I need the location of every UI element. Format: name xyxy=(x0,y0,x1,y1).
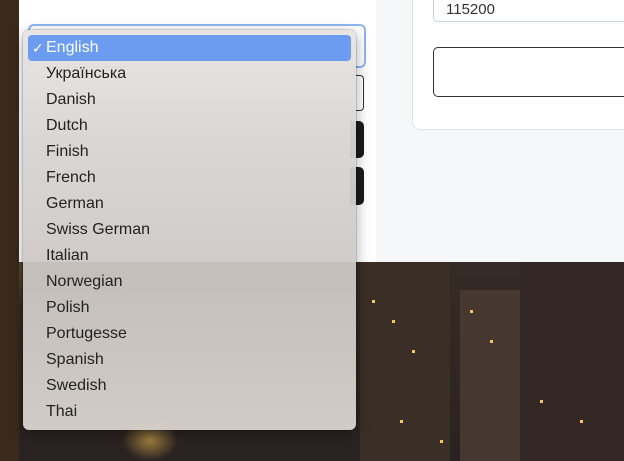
language-option-label: Danish xyxy=(46,91,96,108)
language-option[interactable]: Swedish xyxy=(28,373,351,399)
language-option-label: Swiss German xyxy=(46,221,151,238)
baud-rate-input[interactable]: 115200 xyxy=(433,0,624,22)
checkmark-icon: ✓ xyxy=(32,40,44,56)
language-option[interactable]: Finish xyxy=(28,139,351,165)
language-option-label: Polish xyxy=(46,299,90,316)
language-option[interactable]: Spanish xyxy=(28,347,351,373)
language-option[interactable]: Danish xyxy=(28,87,351,113)
language-option-selected[interactable]: ✓ English xyxy=(28,35,351,61)
language-option[interactable]: German xyxy=(28,191,351,217)
language-option-label: French xyxy=(46,169,96,186)
language-option[interactable]: Swiss German xyxy=(28,217,351,243)
language-option[interactable]: Thai xyxy=(28,399,351,425)
language-option-label: Portugesse xyxy=(46,325,127,342)
language-option-label: Thai xyxy=(46,403,78,420)
language-option-label: German xyxy=(46,195,104,212)
language-option-label: Swedish xyxy=(46,377,107,394)
language-option-label: Українська xyxy=(46,65,127,82)
language-option[interactable]: Українська xyxy=(28,61,351,87)
language-option-label: Dutch xyxy=(46,117,88,134)
language-option[interactable]: Dutch xyxy=(28,113,351,139)
language-option-label: English xyxy=(46,39,99,56)
language-dropdown-menu: ✓ English Українська Danish Dutch Finish Frenc… xyxy=(23,30,356,430)
language-option[interactable]: Italian xyxy=(28,243,351,269)
language-option[interactable]: Portugesse xyxy=(28,321,351,347)
language-option[interactable]: Polish xyxy=(28,295,351,321)
language-option[interactable]: French xyxy=(28,165,351,191)
language-option-label: Finish xyxy=(46,143,89,160)
text-field[interactable] xyxy=(433,47,624,97)
language-option[interactable]: Norwegian xyxy=(28,269,351,295)
language-option-label: Spanish xyxy=(46,351,104,368)
language-option-label: Norwegian xyxy=(46,273,123,290)
language-option-label: Italian xyxy=(46,247,89,264)
